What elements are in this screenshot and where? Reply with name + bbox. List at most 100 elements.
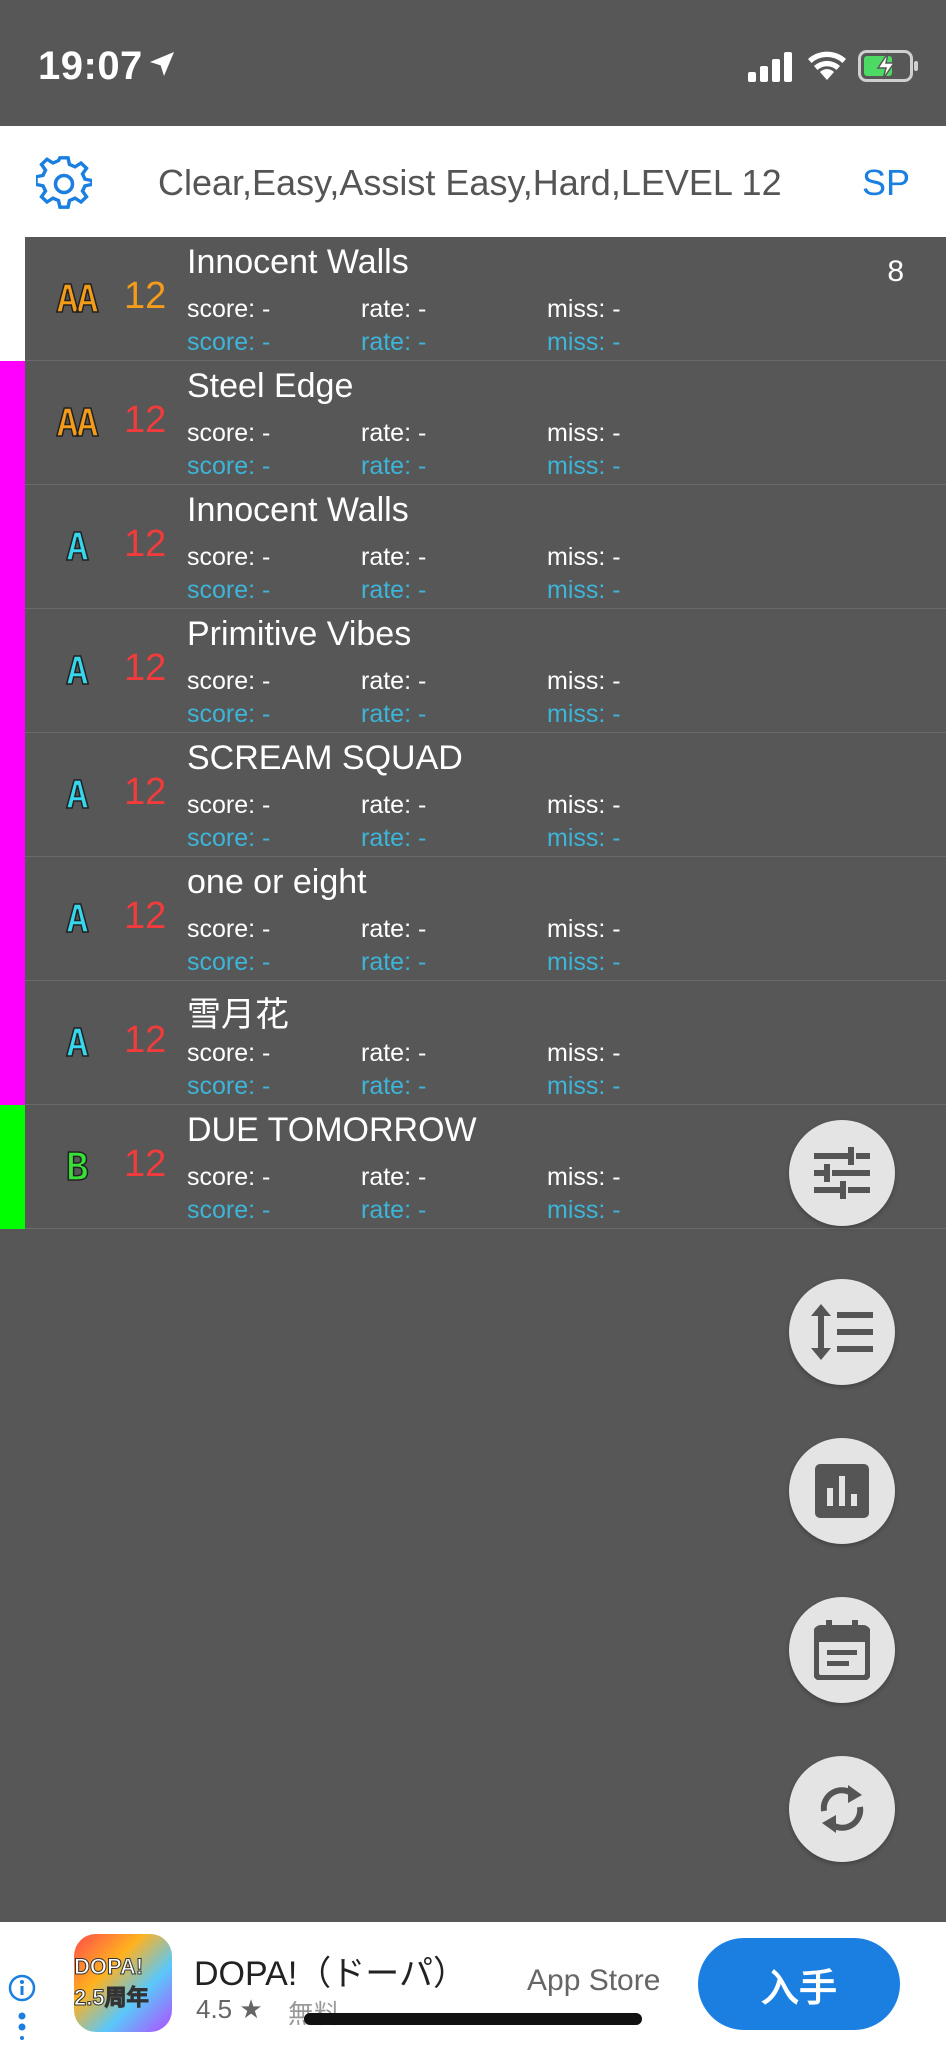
grade-badge: B	[65, 1144, 89, 1190]
ad-app-icon[interactable]: DOPA! 2.5周年	[74, 1934, 172, 2032]
score-value: score: -	[187, 543, 271, 571]
ad-app-title[interactable]: DOPA!（ドーパ）	[194, 1946, 467, 1995]
statistics-button[interactable]	[789, 1438, 895, 1544]
filter-summary[interactable]: Clear,Easy,Assist Easy,Hard,LEVEL 12	[158, 162, 782, 204]
level-number: 12	[124, 1019, 167, 1061]
song-title: SCREAM SQUAD	[187, 739, 463, 777]
rival-score-value: score: -	[187, 700, 271, 728]
rival-rate-value: rate: -	[361, 452, 427, 480]
song-title: Primitive Vibes	[187, 615, 412, 653]
miss-value: miss: -	[547, 295, 621, 323]
song-row[interactable]: A 12 Primitive Vibes score: - rate: - mi…	[0, 609, 946, 733]
rate-value: rate: -	[361, 791, 427, 819]
rival-miss-value: miss: -	[547, 700, 621, 728]
grade-badge: A	[65, 524, 89, 570]
level-number: 12	[124, 523, 167, 565]
miss-value: miss: -	[547, 915, 621, 943]
miss-value: miss: -	[547, 1039, 621, 1067]
score-value: score: -	[187, 791, 271, 819]
wifi-icon	[808, 51, 846, 80]
miss-value: miss: -	[547, 1163, 621, 1191]
rival-rate-value: rate: -	[361, 948, 427, 976]
ad-banner[interactable]: DOPA! 2.5周年 DOPA!（ドーパ） 4.5 ★ 無料 App Stor…	[0, 1922, 946, 2048]
score-value: score: -	[187, 1039, 271, 1067]
song-title: Steel Edge	[187, 367, 354, 405]
rate-value: rate: -	[361, 667, 427, 695]
grade-badge: AA	[55, 276, 99, 322]
grade-badge: A	[65, 648, 89, 694]
home-indicator	[304, 2013, 642, 2025]
song-row[interactable]: AA 12 Steel Edge score: - rate: - miss: …	[0, 361, 946, 485]
lamp-bar	[0, 857, 25, 981]
rival-score-value: score: -	[187, 576, 271, 604]
rival-miss-value: miss: -	[547, 1196, 621, 1224]
sort-button[interactable]	[789, 1279, 895, 1385]
sort-lines-icon	[811, 1304, 873, 1360]
lamp-bar	[0, 733, 25, 857]
lamp-bar	[0, 485, 25, 609]
rate-value: rate: -	[361, 419, 427, 447]
rival-rate-value: rate: -	[361, 576, 427, 604]
filter-header: Clear,Easy,Assist Easy,Hard,LEVEL 12 SP	[0, 126, 946, 237]
rival-miss-value: miss: -	[547, 948, 621, 976]
miss-value: miss: -	[547, 419, 621, 447]
sliders-icon	[814, 1147, 870, 1199]
rival-score-value: score: -	[187, 824, 271, 852]
rate-value: rate: -	[361, 295, 427, 323]
song-row[interactable]: A 12 one or eight score: - rate: - miss:…	[0, 857, 946, 981]
rival-miss-value: miss: -	[547, 1072, 621, 1100]
rival-rate-value: rate: -	[361, 1072, 427, 1100]
rate-value: rate: -	[361, 1163, 427, 1191]
location-arrow-icon	[150, 52, 174, 76]
rival-rate-value: rate: -	[361, 1196, 427, 1224]
grade-badge: A	[65, 896, 89, 942]
rival-miss-value: miss: -	[547, 824, 621, 852]
score-value: score: -	[187, 1163, 271, 1191]
ad-get-button[interactable]: 入手	[698, 1938, 900, 2030]
rival-score-value: score: -	[187, 452, 271, 480]
cellular-signal-icon	[748, 52, 792, 82]
score-value: score: -	[187, 295, 271, 323]
lamp-bar	[0, 1105, 25, 1229]
status-time: 19:07	[38, 44, 143, 88]
grade-badge: AA	[55, 400, 99, 446]
grade-badge: A	[65, 772, 89, 818]
rate-value: rate: -	[361, 1039, 427, 1067]
rival-rate-value: rate: -	[361, 700, 427, 728]
rival-miss-value: miss: -	[547, 576, 621, 604]
rival-score-value: score: -	[187, 1196, 271, 1224]
settings-gear-icon[interactable]	[36, 156, 92, 212]
song-row[interactable]: A 12 雪月花 score: - rate: - miss: - score:…	[0, 981, 946, 1105]
rival-miss-value: miss: -	[547, 452, 621, 480]
ad-info-icon[interactable]	[8, 1974, 38, 2040]
miss-value: miss: -	[547, 667, 621, 695]
calendar-button[interactable]	[789, 1597, 895, 1703]
lamp-bar	[0, 237, 25, 361]
miss-value: miss: -	[547, 791, 621, 819]
lamp-bar	[0, 981, 25, 1105]
bar-chart-icon	[815, 1464, 869, 1518]
song-title: one or eight	[187, 863, 367, 901]
song-list: AA 12 Innocent Walls 8 score: - rate: - …	[0, 237, 946, 1229]
level-number: 12	[124, 895, 167, 937]
song-row[interactable]: AA 12 Innocent Walls 8 score: - rate: - …	[0, 237, 946, 361]
status-bar: 19:07	[0, 0, 946, 126]
sync-icon	[820, 1785, 864, 1833]
score-value: score: -	[187, 915, 271, 943]
song-row[interactable]: A 12 SCREAM SQUAD score: - rate: - miss:…	[0, 733, 946, 857]
song-title: Innocent Walls	[187, 491, 409, 529]
filter-sliders-button[interactable]	[789, 1120, 895, 1226]
level-number: 12	[124, 647, 167, 689]
sync-button[interactable]	[789, 1756, 895, 1862]
play-mode-toggle[interactable]: SP	[862, 162, 910, 204]
song-row[interactable]: A 12 Innocent Walls score: - rate: - mis…	[0, 485, 946, 609]
level-number: 12	[124, 1143, 167, 1185]
ad-app-icon-text: DOPA! 2.5周年	[74, 1954, 150, 2011]
rival-miss-value: miss: -	[547, 328, 621, 356]
grade-badge: A	[65, 1020, 89, 1066]
rate-value: rate: -	[361, 915, 427, 943]
song-title: 雪月花	[187, 996, 289, 1034]
rival-rate-value: rate: -	[361, 328, 427, 356]
ad-rating: 4.5 ★	[196, 1994, 263, 2024]
song-title: Innocent Walls	[187, 243, 409, 281]
